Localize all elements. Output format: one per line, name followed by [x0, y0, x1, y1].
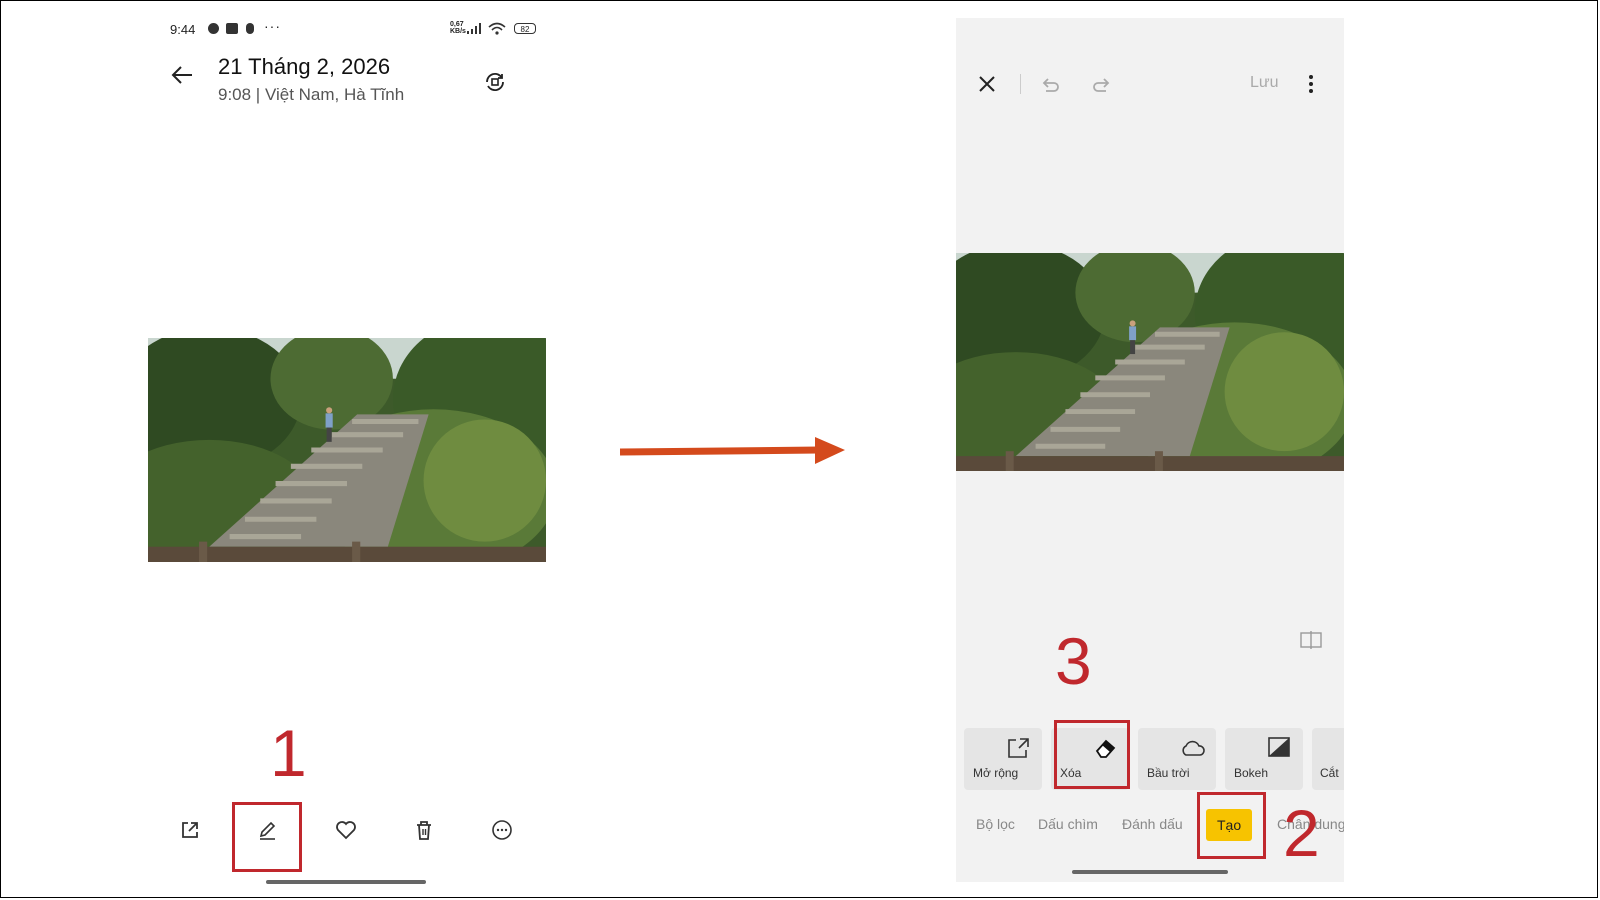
status-bar: 9:44 ··· 0,67 KB/s 82: [170, 18, 536, 40]
tool-label: Mở rộng: [973, 766, 1019, 780]
share-button[interactable]: [170, 810, 210, 850]
tool-cut[interactable]: Cắt: [1312, 728, 1344, 790]
delete-button[interactable]: [404, 810, 444, 850]
tool-label: Bầu trời: [1147, 766, 1190, 780]
battery-icon: 82: [514, 23, 536, 34]
share-icon: [182, 822, 198, 838]
step-3-label: 3: [1055, 624, 1092, 698]
tab-watermark[interactable]: Dấu chìm: [1038, 816, 1098, 832]
photo-action-bar: [170, 810, 530, 850]
tab-filter[interactable]: Bộ lọc: [976, 816, 1015, 832]
editor-photo-image[interactable]: [956, 253, 1344, 471]
editor-top-bar: Lưu: [956, 68, 1344, 108]
undo-icon[interactable]: [1040, 73, 1062, 95]
back-arrow-icon[interactable]: [170, 62, 196, 88]
close-icon[interactable]: [976, 73, 998, 95]
edit-button-highlight: [232, 802, 302, 872]
home-indicator: [1072, 870, 1228, 874]
tab-markup[interactable]: Đánh dấu: [1122, 816, 1183, 832]
save-button[interactable]: Lưu: [1250, 74, 1279, 92]
redo-icon[interactable]: [1090, 73, 1112, 95]
compare-icon[interactable]: [1300, 631, 1322, 649]
network-speed: 0,67 KB/s: [450, 21, 466, 35]
heart-icon: [336, 821, 356, 840]
chat-icon: [208, 23, 219, 34]
photo-image[interactable]: [148, 338, 546, 562]
signal-icon: [467, 23, 481, 34]
rotate-icon[interactable]: [483, 70, 507, 94]
arrow-icon: [620, 437, 845, 464]
trash-icon: [417, 821, 431, 840]
status-time: 9:44: [170, 22, 196, 37]
step-1-label: 1: [270, 716, 307, 790]
photo-editor-screen: Lưu Mở rộng Xóa Bầu trời Bokeh Cắt Bộ lọ…: [956, 18, 1344, 882]
photo-header: 21 Tháng 2, 2026 9:08 | Việt Nam, Hà Tĩn…: [170, 52, 530, 112]
tool-strip: Mở rộng Xóa Bầu trời Bokeh Cắt: [964, 728, 1344, 790]
tool-label: Bokeh: [1234, 766, 1269, 780]
cloud-icon: [1182, 740, 1205, 756]
favorite-button[interactable]: [326, 810, 366, 850]
wifi-icon: [488, 22, 506, 35]
divider: [1020, 74, 1021, 94]
more-status-icon: ···: [264, 18, 281, 34]
tool-bokeh[interactable]: Bokeh: [1225, 728, 1303, 790]
home-indicator: [266, 880, 426, 884]
zalo-icon: [226, 23, 238, 34]
tool-label: Cắt: [1320, 766, 1339, 780]
tool-expand[interactable]: Mở rộng: [964, 728, 1042, 790]
link-icon: [246, 23, 254, 34]
bokeh-icon: [1268, 737, 1290, 757]
erase-tool-highlight: [1054, 720, 1130, 789]
photo-time-location: 9:08 | Việt Nam, Hà Tĩnh: [218, 85, 405, 104]
expand-icon: [1008, 738, 1029, 758]
step-2-label: 2: [1283, 796, 1320, 870]
photo-date-title: 21 Tháng 2, 2026: [218, 54, 391, 79]
more-vertical-icon[interactable]: [1306, 72, 1316, 96]
more-icon: [492, 820, 512, 840]
tool-sky[interactable]: Bầu trời: [1138, 728, 1216, 790]
create-tab-highlight: [1197, 792, 1266, 859]
gallery-screen: 9:44 ··· 0,67 KB/s 82 21 Tháng 2, 2026 9…: [150, 0, 550, 900]
more-options-button[interactable]: [482, 810, 522, 850]
